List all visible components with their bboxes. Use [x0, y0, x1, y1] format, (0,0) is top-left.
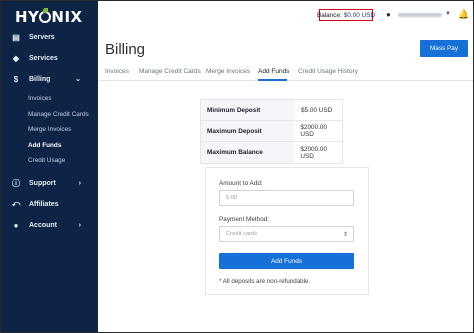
- cube-icon: ◆: [12, 53, 20, 63]
- active-tab-indicator: [258, 79, 287, 81]
- share-icon: ⤺: [11, 199, 21, 208]
- row-value: $2000.00 USD: [300, 145, 328, 160]
- payment-method-select[interactable]: Credit cards ⇕: [219, 226, 354, 242]
- user-icon[interactable]: ●: [386, 10, 391, 19]
- deposit-limits-table: Minimum Deposit $5.00 USD Maximum Deposi…: [200, 99, 343, 164]
- sidebar-item-label: Billing: [29, 75, 51, 83]
- amount-input[interactable]: 5.00: [219, 190, 354, 206]
- server-icon: ▤: [12, 32, 20, 42]
- table-row: Maximum Deposit $2000.00 USD: [201, 121, 342, 142]
- user-icon: ●: [13, 220, 19, 230]
- sidebar-item-label: Support: [29, 179, 56, 187]
- row-label: Maximum Balance: [201, 142, 295, 163]
- sidebar-item-account[interactable]: ● Account ›: [1, 216, 98, 234]
- tab-merge-invoices[interactable]: Merge Invoices: [206, 68, 250, 75]
- non-refundable-note: * All deposits are non-refundable.: [219, 278, 311, 285]
- add-funds-button[interactable]: Add Funds: [219, 253, 354, 269]
- sidebar-item-label: Services: [29, 54, 58, 62]
- payment-method-value: Credit cards: [226, 231, 258, 237]
- amount-value: 5.00: [226, 195, 238, 201]
- sidebar-sub-credit-usage[interactable]: Credit Usage: [28, 157, 65, 164]
- billing-tabs: Invoices Manage Credit Cards Merge Invoi…: [98, 63, 473, 81]
- sidebar-sub-invoices[interactable]: Invoices: [28, 95, 51, 102]
- row-value: $2000.00 USD: [300, 124, 328, 138]
- row-label: Minimum Deposit: [201, 100, 295, 120]
- balance-indicator[interactable]: Balance: $0.00 USD: [316, 9, 376, 21]
- row-value: $5.00 USD: [301, 106, 333, 114]
- chevron-down-icon: ⌄: [75, 76, 81, 83]
- sidebar-item-support[interactable]: ⓘ Support ›: [1, 174, 98, 192]
- sidebar: HY NIX ▤ Servers ◆ Services $ Billing ⌄ I…: [1, 1, 98, 332]
- chevron-right-icon: ›: [78, 221, 81, 229]
- logo[interactable]: HY NIX: [15, 8, 83, 26]
- tab-add-funds[interactable]: Add Funds: [258, 68, 289, 75]
- table-row: Maximum Balance $2000.00 USD: [201, 142, 342, 163]
- table-row: Minimum Deposit $5.00 USD: [201, 100, 342, 121]
- balance-label: Balance:: [316, 11, 342, 19]
- chevron-down-icon[interactable]: ▼: [445, 11, 451, 17]
- page-title: Billing: [105, 41, 146, 58]
- support-icon: ⓘ: [12, 178, 20, 188]
- bell-icon[interactable]: 🔔: [458, 9, 469, 20]
- sidebar-sub-add-funds[interactable]: Add Funds: [28, 142, 61, 149]
- sidebar-item-label: Affiliates: [29, 200, 59, 208]
- sidebar-item-affiliates[interactable]: ⤺ Affiliates: [1, 195, 98, 213]
- sidebar-sub-merge-invoices[interactable]: Merge Invoices: [28, 126, 71, 133]
- sidebar-item-label: Account: [29, 221, 57, 229]
- topbar: Balance: $0.00 USD ● ▼ 🔔: [98, 1, 473, 29]
- mass-pay-button[interactable]: Mass Pay: [420, 40, 468, 57]
- add-funds-form: Amount to Add: 5.00 Payment Method: Cred…: [205, 167, 369, 295]
- amount-label: Amount to Add:: [219, 180, 263, 187]
- sidebar-item-label: Servers: [29, 33, 55, 41]
- logo-leaf-icon: [39, 8, 52, 23]
- app-window: HY NIX ▤ Servers ◆ Services $ Billing ⌄ I…: [0, 0, 474, 333]
- tab-credit-usage-history[interactable]: Credit Usage History: [298, 68, 358, 75]
- sidebar-item-services[interactable]: ◆ Services: [1, 49, 98, 67]
- sidebar-item-billing[interactable]: $ Billing ⌄: [1, 70, 98, 88]
- chevron-right-icon: ›: [78, 179, 81, 187]
- sidebar-item-servers[interactable]: ▤ Servers: [1, 28, 98, 46]
- row-label: Maximum Deposit: [201, 121, 295, 141]
- select-arrows-icon: ⇕: [342, 231, 348, 238]
- balance-value: $0.00 USD: [343, 11, 376, 19]
- dollar-icon: $: [13, 74, 19, 84]
- user-name-redacted[interactable]: [398, 13, 442, 17]
- tab-invoices[interactable]: Invoices: [105, 68, 129, 75]
- payment-method-label: Payment Method:: [219, 216, 270, 223]
- sidebar-sub-manage-credit-cards[interactable]: Manage Credit Cards: [28, 111, 89, 118]
- tab-manage-credit-cards[interactable]: Manage Credit Cards: [139, 68, 201, 75]
